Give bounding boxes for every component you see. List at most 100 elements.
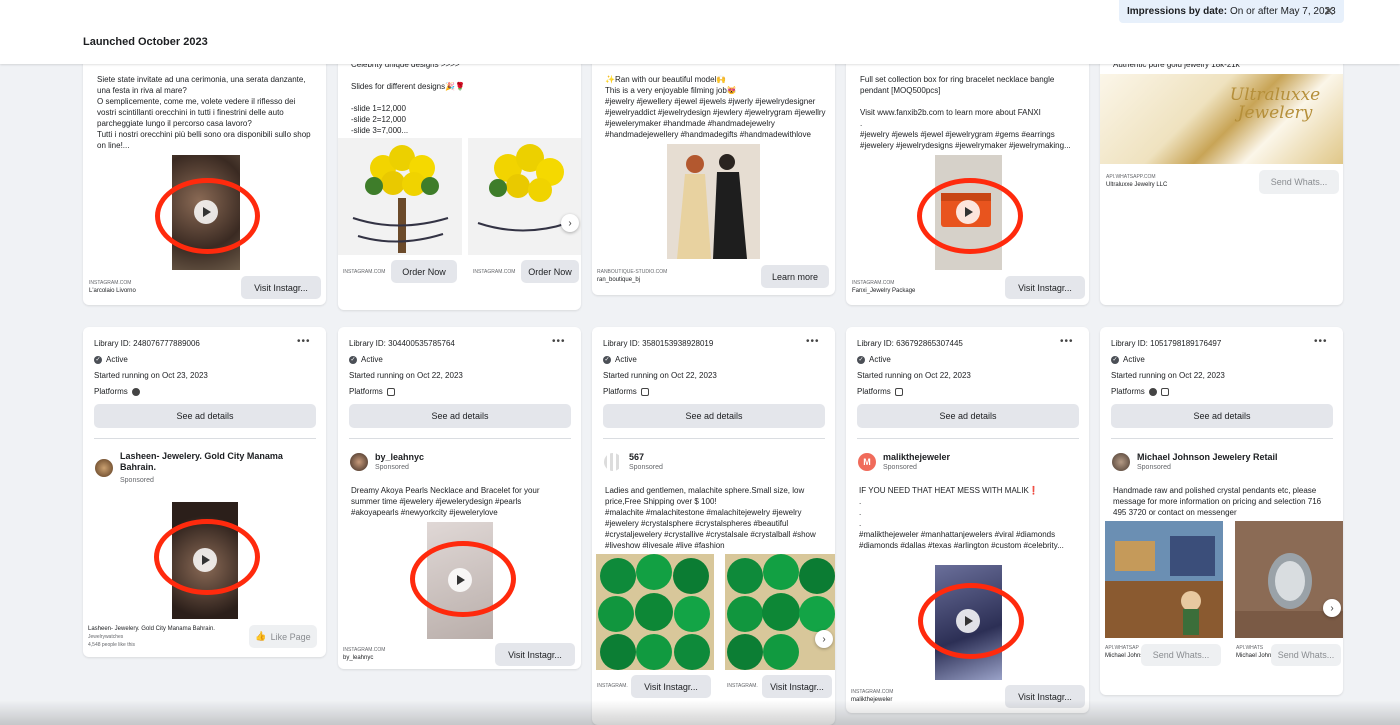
order-now-button[interactable]: Order Now <box>391 260 457 283</box>
send-whatsapp-button[interactable]: Send Whats... <box>1259 170 1339 194</box>
ad-domain: INSTAGRAM.COM <box>473 269 516 275</box>
facebook-icon <box>131 387 140 396</box>
platforms-row: Platforms <box>857 387 903 396</box>
ad-card: Library ID: 636792865307445 ••• ✓ Active … <box>846 327 1089 713</box>
ad-body-text: Handmade raw and polished crystal pendan… <box>1113 486 1322 517</box>
ad-domain: INSTAGRAM. <box>597 683 628 689</box>
carousel-image[interactable] <box>1105 521 1223 638</box>
ad-body-text: Ladies and gentlemen, malachite sphere.S… <box>605 486 816 550</box>
like-page-button[interactable]: 👍 Like Page <box>249 625 317 648</box>
library-id: Library ID: 248076777889006 <box>94 339 200 348</box>
library-id: Library ID: 304400535785764 <box>349 339 455 348</box>
ad-card: Authentic pure gold jewelry 18k-21k Ultr… <box>1100 50 1343 305</box>
visit-instagram-button[interactable]: Visit Instagr... <box>1005 276 1085 299</box>
filter-value: On or after May 7, 2023 <box>1230 6 1336 17</box>
filter-label: Impressions by date: <box>1127 6 1228 17</box>
sponsored-label: Sponsored <box>1137 464 1171 471</box>
platforms-row: Platforms <box>349 387 395 396</box>
more-options-icon[interactable]: ••• <box>552 336 566 347</box>
ad-card: Full set collection box for ring bracele… <box>846 50 1089 305</box>
visit-instagram-button[interactable]: Visit Instagr... <box>631 675 711 698</box>
advertiser-name[interactable]: Lasheen- Jewelery. Gold City Manama Bahr… <box>120 451 310 473</box>
avatar <box>604 453 622 471</box>
see-ad-details-button[interactable]: See ad details <box>349 404 571 428</box>
avatar <box>350 453 368 471</box>
ad-domain: API.WHATS <box>1236 645 1264 651</box>
ad-body-text: Celebrity unique designs >>>> Slides for… <box>351 60 466 135</box>
visit-instagram-button[interactable]: Visit Instagr... <box>1005 685 1085 708</box>
ad-body-text: Full set collection box for ring bracele… <box>860 75 1071 150</box>
workshop-image <box>1105 521 1223 638</box>
more-options-icon[interactable]: ••• <box>1314 336 1328 347</box>
highlight-circle <box>917 178 1023 254</box>
ad-image[interactable]: Ultraluxxe Jewelery <box>1100 74 1343 164</box>
visit-instagram-button[interactable]: Visit Instagr... <box>495 643 575 666</box>
ad-domain: API.WHATSAP <box>1105 645 1139 651</box>
ad-card: Library ID: 248076777889006 ••• ✓ Active … <box>83 327 326 657</box>
platforms-row: Platforms <box>94 387 140 396</box>
advertiser-name[interactable]: Michael Johnson Jewelery Retail <box>1137 452 1278 463</box>
check-icon: ✓ <box>1111 355 1119 364</box>
check-icon: ✓ <box>603 355 611 364</box>
more-options-icon[interactable]: ••• <box>806 336 820 347</box>
ad-image[interactable] <box>667 144 760 259</box>
status-label: Active <box>106 355 128 364</box>
facebook-icon <box>1148 387 1157 396</box>
advertiser-name[interactable]: malikthejeweler <box>883 452 950 463</box>
instagram-icon <box>386 387 395 396</box>
malachite-spheres-image <box>725 554 835 670</box>
started-running: Started running on Oct 22, 2023 <box>1111 371 1225 380</box>
started-running: Started running on Oct 22, 2023 <box>603 371 717 380</box>
ad-domain: INSTAGRAM.COM <box>89 280 132 286</box>
carousel-image[interactable] <box>338 138 462 255</box>
library-id: Library ID: 636792865307445 <box>857 339 963 348</box>
instagram-icon <box>640 387 649 396</box>
carousel-image[interactable] <box>725 554 835 670</box>
send-whatsapp-button[interactable]: Send Whats... <box>1141 644 1221 666</box>
visit-instagram-button[interactable]: Visit Instagr... <box>762 675 832 698</box>
see-ad-details-button[interactable]: See ad details <box>1111 404 1333 428</box>
advertiser-name: Fanxi_Jewelry Package <box>852 288 916 294</box>
advertiser-name[interactable]: by_leahnyc <box>375 452 424 463</box>
advertiser-name[interactable]: 567 <box>629 452 644 463</box>
page-header: Launched October 2023 Impressions by dat… <box>0 0 1400 64</box>
models-photo <box>667 144 760 259</box>
status-label: Active <box>869 355 891 364</box>
check-icon: ✓ <box>94 355 102 364</box>
pendant-image <box>1235 521 1343 638</box>
advertiser-name: Ultraluxxe Jewelry LLC <box>1106 182 1168 188</box>
ad-card: ✨Ran with our beautiful model🙌 This is a… <box>592 50 835 295</box>
close-icon[interactable]: ✕ <box>1323 4 1335 18</box>
carousel-image[interactable] <box>596 554 714 670</box>
flower-bracelet-image <box>468 138 581 255</box>
ad-body-text: IF YOU NEED THAT HEAT MESS WITH MALIK❗ .… <box>859 486 1064 550</box>
ad-domain: INSTAGRAM. <box>727 683 758 689</box>
avatar <box>95 459 113 477</box>
send-whatsapp-button[interactable]: Send Whats... <box>1271 644 1341 666</box>
thumbs-up-icon: 👍 <box>255 631 267 641</box>
impressions-filter-chip[interactable]: Impressions by date: On or after May 7, … <box>1119 0 1344 23</box>
see-ad-details-button[interactable]: See ad details <box>603 404 825 428</box>
order-now-button[interactable]: Order Now <box>521 260 579 283</box>
brand-line-2: Jewelery <box>1237 103 1313 123</box>
chevron-right-icon[interactable]: › <box>561 214 579 232</box>
learn-more-button[interactable]: Learn more <box>761 265 829 288</box>
carousel-image[interactable] <box>1235 521 1343 638</box>
chevron-right-icon[interactable]: › <box>1323 599 1341 617</box>
see-ad-details-button[interactable]: See ad details <box>94 404 316 428</box>
divider <box>1111 438 1333 439</box>
carousel-image[interactable] <box>468 138 581 255</box>
chevron-right-icon[interactable]: › <box>815 630 833 648</box>
platforms-row: Platforms <box>1111 387 1169 396</box>
more-options-icon[interactable]: ••• <box>1060 336 1074 347</box>
ad-card: Library ID: 1051798189176497 ••• ✓ Active… <box>1100 327 1343 695</box>
visit-instagram-button[interactable]: Visit Instagr... <box>241 276 321 299</box>
status-active: ✓ Active <box>349 355 383 364</box>
see-ad-details-button[interactable]: See ad details <box>857 404 1079 428</box>
platforms-label: Platforms <box>349 387 383 396</box>
divider <box>349 438 571 439</box>
check-icon: ✓ <box>857 355 865 364</box>
more-options-icon[interactable]: ••• <box>297 336 311 347</box>
avatar: M <box>858 453 876 471</box>
malachite-spheres-image <box>596 554 714 670</box>
